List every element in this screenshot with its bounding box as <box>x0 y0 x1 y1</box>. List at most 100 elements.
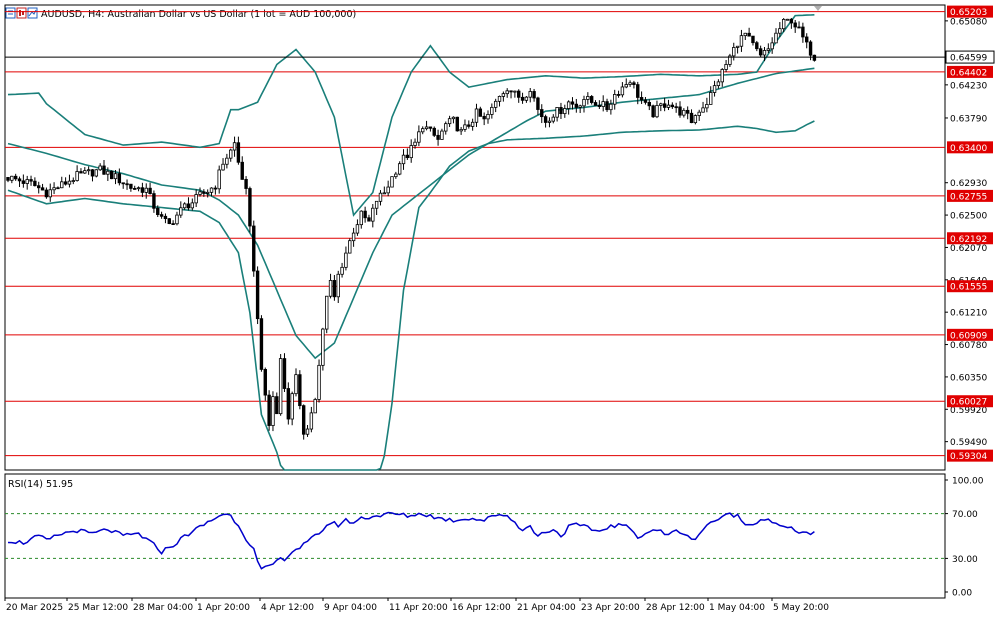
candle-body[interactable] <box>10 175 14 181</box>
candle-body[interactable] <box>586 96 590 100</box>
candle-body[interactable] <box>647 101 651 107</box>
candle-body[interactable] <box>37 185 41 189</box>
candle-body[interactable] <box>785 18 790 21</box>
candle-body[interactable] <box>509 90 513 93</box>
candle-body[interactable] <box>470 121 475 127</box>
candle-body[interactable] <box>478 108 483 117</box>
candle-body[interactable] <box>593 102 598 106</box>
candle-body[interactable] <box>33 180 37 187</box>
candle-body[interactable] <box>394 173 398 178</box>
candle-body[interactable] <box>532 91 536 99</box>
candle-body[interactable] <box>148 187 152 195</box>
candle-body[interactable] <box>436 134 440 140</box>
candle-body[interactable] <box>29 179 33 182</box>
candle-body[interactable] <box>632 82 636 86</box>
candle-body[interactable] <box>355 224 360 234</box>
candle-body[interactable] <box>551 116 555 122</box>
candle-body[interactable] <box>278 358 283 415</box>
candle-body[interactable] <box>609 103 613 111</box>
candle-body[interactable] <box>159 214 164 217</box>
candle-body[interactable] <box>129 183 133 189</box>
candle-body[interactable] <box>374 200 379 209</box>
candle-body[interactable] <box>255 270 260 320</box>
candle-body[interactable] <box>121 182 125 185</box>
candle-body[interactable] <box>513 90 517 93</box>
candle-body[interactable] <box>378 192 383 202</box>
candle-body[interactable] <box>40 187 45 191</box>
candle-body[interactable] <box>501 93 506 97</box>
candle-body[interactable] <box>198 191 202 195</box>
candle-body[interactable] <box>490 106 494 115</box>
candle-body[interactable] <box>486 114 490 120</box>
candle-body[interactable] <box>252 225 256 272</box>
candle-body[interactable] <box>678 106 682 116</box>
candle-body[interactable] <box>382 192 387 195</box>
candle-body[interactable] <box>232 142 237 151</box>
candle-body[interactable] <box>156 207 160 215</box>
candle-body[interactable] <box>413 141 417 146</box>
candle-body[interactable] <box>705 104 709 109</box>
candle-body[interactable] <box>670 104 675 108</box>
candle-body[interactable] <box>474 108 479 123</box>
candle-body[interactable] <box>655 105 659 118</box>
candle-body[interactable] <box>563 108 567 115</box>
candle-body[interactable] <box>71 180 75 182</box>
candle-body[interactable] <box>755 42 759 50</box>
candle-body[interactable] <box>286 388 291 420</box>
candle-body[interactable] <box>578 105 582 108</box>
candle-body[interactable] <box>735 45 740 48</box>
candle-body[interactable] <box>106 170 110 175</box>
candle-body[interactable] <box>793 22 797 28</box>
candle-body[interactable] <box>202 191 206 194</box>
candle-body[interactable] <box>298 374 302 407</box>
candle-body[interactable] <box>421 128 425 133</box>
candle-body[interactable] <box>56 187 60 190</box>
candle-body[interactable] <box>60 181 64 189</box>
candle-body[interactable] <box>313 399 317 414</box>
candle-body[interactable] <box>163 215 168 220</box>
candle-body[interactable] <box>359 210 363 226</box>
candle-body[interactable] <box>770 42 774 50</box>
candle-body[interactable] <box>605 101 609 111</box>
candle-body[interactable] <box>505 90 509 95</box>
candle-body[interactable] <box>789 18 794 24</box>
candle-body[interactable] <box>44 189 49 198</box>
candle-body[interactable] <box>17 178 22 182</box>
candle-body[interactable] <box>517 90 521 98</box>
candle-body[interactable] <box>716 81 721 87</box>
candle-body[interactable] <box>171 223 175 225</box>
candle-body[interactable] <box>102 165 106 175</box>
candle-body[interactable] <box>712 85 717 93</box>
candle-body[interactable] <box>701 107 705 113</box>
candle-body[interactable] <box>643 99 648 103</box>
candle-body[interactable] <box>547 120 552 123</box>
price-chart[interactable]: AUDUSD, H4: Australian Dollar vs US Doll… <box>0 0 1000 620</box>
candle-body[interactable] <box>321 328 325 366</box>
candle-body[interactable] <box>766 48 771 51</box>
candle-body[interactable] <box>674 106 678 109</box>
candle-body[interactable] <box>405 154 410 159</box>
candle-body[interactable] <box>186 203 191 209</box>
candle-body[interactable] <box>98 165 102 171</box>
candle-body[interactable] <box>240 161 244 180</box>
candle-body[interactable] <box>348 240 352 254</box>
candle-body[interactable] <box>144 187 148 193</box>
candle-body[interactable] <box>724 64 728 70</box>
candle-body[interactable] <box>275 396 279 415</box>
candle-body[interactable] <box>524 96 529 101</box>
candle-body[interactable] <box>697 111 701 116</box>
candle-body[interactable] <box>290 393 294 420</box>
candle-body[interactable] <box>582 99 586 107</box>
candle-body[interactable] <box>743 32 747 37</box>
candle-body[interactable] <box>636 84 640 98</box>
candle-body[interactable] <box>597 105 602 107</box>
candle-body[interactable] <box>340 266 344 275</box>
candle-body[interactable] <box>613 94 617 105</box>
candle-body[interactable] <box>397 163 402 175</box>
candle-body[interactable] <box>90 169 95 177</box>
candle-body[interactable] <box>136 187 141 190</box>
candle-body[interactable] <box>666 104 671 108</box>
candle-body[interactable] <box>221 163 225 171</box>
candle-body[interactable] <box>152 193 156 209</box>
candle-body[interactable] <box>13 175 18 180</box>
